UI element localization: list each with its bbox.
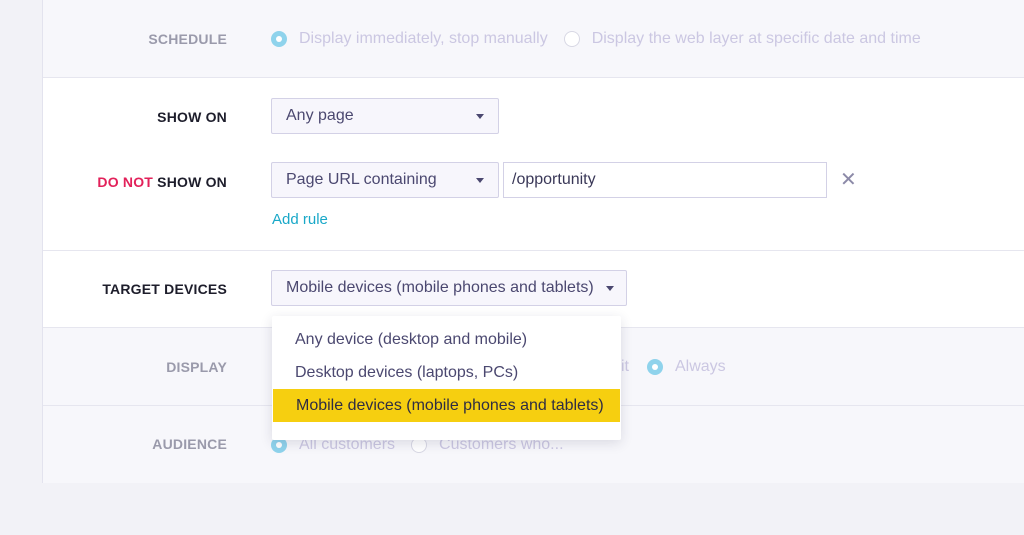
do-not-show-on-label: DO NOT SHOW ON	[97, 174, 227, 190]
show-on-select[interactable]: Any page	[271, 98, 499, 134]
do-not-show-on-select-value: Page URL containing	[286, 171, 437, 188]
chevron-down-icon	[605, 285, 614, 291]
show-on-label: SHOW ON	[157, 109, 227, 125]
do-not-accent: DO NOT	[97, 174, 154, 190]
schedule-radio-group: Display immediately, stop manually Displ…	[271, 30, 937, 48]
radio-display-immediately[interactable]	[271, 31, 287, 47]
url-contains-input[interactable]	[503, 162, 827, 198]
audience-label: AUDIENCE	[152, 436, 227, 452]
display-label: DISPLAY	[166, 359, 227, 375]
target-devices-select[interactable]: Mobile devices (mobile phones and tablet…	[271, 270, 627, 306]
radio-specific-date[interactable]	[563, 31, 580, 47]
radio-label-always[interactable]: Always	[675, 358, 726, 376]
dropdown-option-mobile[interactable]: Mobile devices (mobile phones and tablet…	[273, 389, 620, 422]
target-devices-select-value: Mobile devices (mobile phones and tablet…	[286, 279, 594, 296]
show-on-select-value: Any page	[286, 107, 354, 124]
show-on-section: SHOW ON Any page DO NOT SHOW ON Page URL…	[43, 77, 1024, 250]
dropdown-option-desktop[interactable]: Desktop devices (laptops, PCs)	[272, 356, 621, 389]
display-radio-group: sit Always	[613, 358, 742, 376]
dropdown-option-any-device[interactable]: Any device (desktop and mobile)	[272, 323, 621, 356]
add-rule-link[interactable]: Add rule	[272, 211, 328, 228]
target-devices-label: TARGET DEVICES	[102, 281, 227, 297]
close-icon[interactable]: ✕	[840, 170, 857, 190]
schedule-label: SCHEDULE	[148, 31, 227, 47]
chevron-down-icon	[476, 113, 484, 119]
radio-label-specific-date[interactable]: Display the web layer at specific date a…	[592, 30, 921, 48]
target-devices-dropdown: Any device (desktop and mobile) Desktop …	[272, 316, 621, 440]
show-on-rest: SHOW ON	[153, 174, 227, 190]
chevron-down-icon	[476, 177, 484, 183]
radio-label-display-immediately[interactable]: Display immediately, stop manually	[299, 30, 548, 48]
radio-display-always[interactable]	[647, 359, 663, 375]
do-not-show-on-select[interactable]: Page URL containing	[271, 162, 499, 198]
schedule-row: SCHEDULE Display immediately, stop manua…	[43, 0, 1024, 77]
